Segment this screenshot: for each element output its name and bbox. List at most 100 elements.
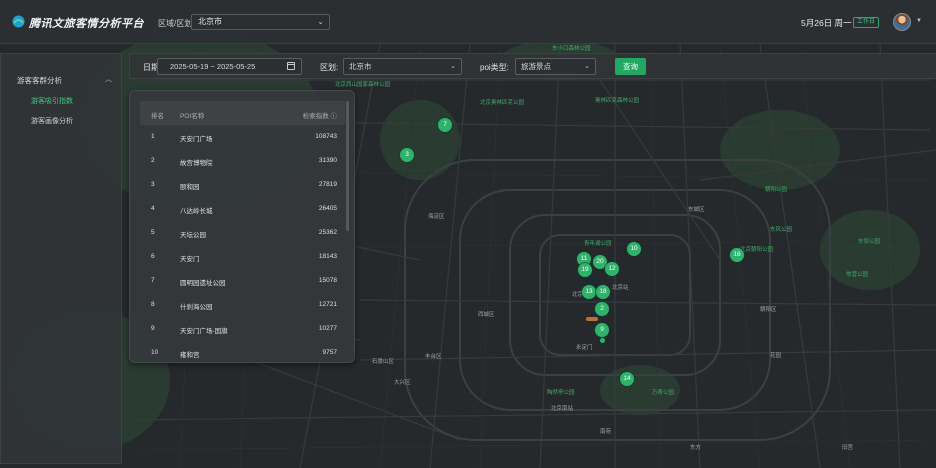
map-label: 丰台区 [425, 354, 442, 360]
poi-marker[interactable]: 12 [605, 262, 619, 276]
map-label: 北京朝阳公园 [740, 247, 774, 253]
chevron-down-icon: ⌄ [584, 63, 590, 70]
row-index-value: 12721 [318, 301, 337, 308]
poi-type-label: poi类型: [480, 63, 509, 72]
map-label: 陶然亭公园 [547, 390, 575, 396]
map-label: 北京站 [612, 285, 629, 291]
table-row[interactable]: 6 天安门 18143 [140, 245, 345, 269]
map-label: 东坝公园 [858, 239, 881, 245]
region-value: 北京市 [198, 17, 222, 26]
location-pin[interactable] [586, 317, 598, 321]
row-index-value: 9757 [322, 349, 337, 356]
chevron-down-icon: ⌄ [450, 63, 456, 70]
row-index-value: 15078 [318, 277, 337, 284]
row-poi-name: 颐和园 [180, 184, 200, 191]
row-poi-name: 圆明园遗址公园 [180, 280, 226, 287]
poi-marker[interactable]: 3 [400, 148, 414, 162]
date-range-picker[interactable]: 2025-05-19 ~ 2025-05-25 [157, 58, 302, 75]
row-poi-name: 天安门 [180, 256, 200, 263]
caret-down-icon[interactable]: ▼ [916, 18, 922, 24]
row-index-value: 31390 [318, 157, 337, 164]
table-row[interactable]: 2 故宫博物院 31390 [140, 149, 345, 173]
district-value: 北京市 [349, 62, 372, 71]
date-range-value: 2025-05-19 ~ 2025-05-25 [170, 62, 256, 71]
poi-marker[interactable]: 2 [595, 302, 609, 316]
table-row[interactable]: 1 天安门广场 108743 [140, 125, 345, 149]
top-bar: 腾讯文旅客情分析平台 区域/区划 北京市 ⌄ 5月26日 周一 工作日 ▼ [0, 0, 936, 44]
table-row[interactable]: 5 天坛公园 25362 [140, 221, 345, 245]
map-label: 奥林匹克森林公园 [595, 98, 640, 104]
row-rank: 3 [151, 181, 155, 188]
poi-type-value: 旅游景点 [521, 62, 551, 71]
row-poi-name: 天坛公园 [180, 232, 206, 239]
map-label: 东方 [690, 445, 702, 451]
table-row[interactable]: 8 什刹海公园 12721 [140, 293, 345, 317]
map-label: 东城区 [688, 207, 705, 213]
map-label: 常营公园 [846, 272, 869, 278]
map-label: 青年湖公园 [584, 241, 612, 247]
sidebar-group-label[interactable]: 游客客群分析 [17, 75, 62, 86]
row-rank: 8 [151, 301, 155, 308]
query-button[interactable]: 查询 [615, 58, 646, 75]
poi-marker[interactable]: 10 [627, 242, 641, 256]
table-row[interactable]: 7 圆明园遗址公园 15078 [140, 269, 345, 293]
chevron-down-icon: ⌄ [317, 17, 324, 26]
map-label: 南苑 [600, 429, 612, 435]
sidebar-item-visitor-profile[interactable]: 游客画像分析 [31, 116, 73, 126]
poi-marker[interactable]: 18 [596, 285, 610, 299]
row-rank: 9 [151, 325, 155, 332]
row-poi-name: 八达岭长城 [180, 208, 213, 215]
sidebar-item-attraction-index[interactable]: 游客吸引指数 [31, 96, 73, 106]
map-label: 北京西山国家森林公园 [335, 82, 391, 88]
row-index-value: 108743 [315, 133, 337, 140]
table-header: 排名 POI名称 检索指数 ⓘ [140, 101, 345, 125]
row-poi-name: 雍和宫 [180, 352, 200, 359]
map-label: 永定门 [576, 345, 593, 351]
header-search-index[interactable]: 检索指数 ⓘ [303, 110, 337, 120]
map-label: 万寿公园 [652, 390, 675, 396]
map-label: 北京南站 [551, 406, 574, 412]
row-index-value: 27819 [318, 181, 337, 188]
poi-marker[interactable]: 14 [620, 372, 634, 386]
poi-marker[interactable]: 16 [730, 248, 744, 262]
sidebar: 游客客群分析 ︿ 游客吸引指数 游客画像分析 [0, 53, 122, 464]
row-poi-name: 天安门广场-国旗 [180, 328, 228, 335]
row-poi-name: 天安门广场 [180, 136, 213, 143]
map-label: 石景山区 [372, 359, 395, 365]
row-rank: 2 [151, 157, 155, 164]
header-poi-name: POI名称 [180, 113, 205, 120]
row-poi-name: 什刹海公园 [180, 304, 213, 311]
map-label: 朝阳公园 [765, 187, 788, 193]
table-row[interactable]: 10 雍和宫 9757 [140, 341, 345, 362]
avatar[interactable] [893, 13, 911, 31]
poi-marker[interactable]: 13 [582, 285, 596, 299]
filter-bar: 日期: 2025-05-19 ~ 2025-05-25 区划: 北京市 ⌄ po… [129, 53, 936, 79]
map-label: 西城区 [478, 312, 495, 318]
district-select[interactable]: 北京市 ⌄ [343, 58, 462, 75]
map-label: 旧宫 [842, 445, 854, 451]
table-scrollbar[interactable] [346, 101, 349, 231]
row-rank: 7 [151, 277, 155, 284]
chevron-up-icon[interactable]: ︿ [105, 74, 112, 84]
row-index-value: 10277 [318, 325, 337, 332]
region-select[interactable]: 北京市 ⌄ [191, 14, 330, 30]
map-label: 北京奥林匹克公园 [480, 100, 525, 106]
poi-marker[interactable]: 19 [578, 263, 592, 277]
row-rank: 6 [151, 253, 155, 260]
row-rank: 10 [151, 349, 159, 356]
row-poi-name: 故宫博物院 [180, 160, 213, 167]
table-row[interactable]: 9 天安门广场-国旗 10277 [140, 317, 345, 341]
poi-marker[interactable]: 7 [438, 118, 452, 132]
poi-marker[interactable]: 9 [595, 323, 609, 337]
header-rank: 排名 [151, 113, 164, 120]
row-index-value: 18143 [318, 253, 337, 260]
map-label: 花园 [770, 353, 782, 359]
row-index-value: 25362 [318, 229, 337, 236]
table-row[interactable]: 3 颐和园 27819 [140, 173, 345, 197]
poi-marker-small[interactable] [600, 338, 605, 343]
district-label: 区划: [320, 63, 339, 72]
row-index-value: 26405 [318, 205, 337, 212]
table-row[interactable]: 4 八达岭长城 26405 [140, 197, 345, 221]
poi-type-select[interactable]: 旅游景点 ⌄ [515, 58, 596, 75]
row-rank: 5 [151, 229, 155, 236]
